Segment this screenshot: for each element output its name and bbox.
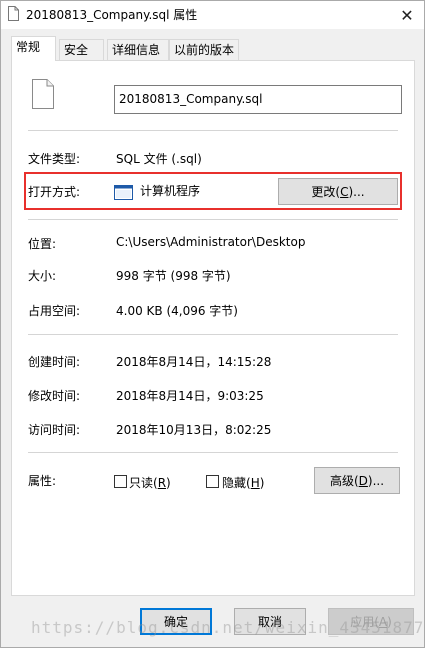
location-value: C:\Users\Administrator\Desktop	[116, 235, 306, 249]
disk-size-label: 占用空间:	[28, 304, 81, 318]
title-bar[interactable]: 20180813_Company.sql 属性 ✕	[1, 1, 424, 29]
tab-label: 常规	[16, 40, 41, 54]
created-value: 2018年8月14日，14:15:28	[116, 355, 272, 369]
advanced-button[interactable]: 高级(D)...	[314, 467, 400, 494]
close-button[interactable]: ✕	[390, 1, 424, 29]
open-with-value: 计算机程序	[140, 184, 201, 198]
hidden-checkbox[interactable]	[206, 475, 219, 488]
modified-label: 修改时间:	[28, 389, 81, 403]
tab-label: 以前的版本	[174, 43, 235, 57]
divider	[28, 334, 398, 335]
file-type-label: 文件类型:	[28, 152, 81, 166]
window-title: 20180813_Company.sql 属性	[26, 8, 198, 22]
hidden-label[interactable]: 隐藏(H)	[222, 474, 264, 491]
close-icon: ✕	[400, 5, 414, 25]
file-type-value: SQL 文件 (.sql)	[116, 152, 202, 166]
accessed-label: 访问时间:	[28, 423, 81, 437]
divider	[28, 219, 398, 220]
tab-label: 详细信息	[112, 43, 161, 57]
size-value: 998 字节 (998 字节)	[116, 269, 231, 283]
divider	[28, 452, 398, 453]
accessed-value: 2018年10月13日，8:02:25	[116, 423, 272, 437]
tab-previous-versions[interactable]: 以前的版本	[169, 39, 239, 60]
modified-value: 2018年8月14日，9:03:25	[116, 389, 264, 403]
change-button[interactable]: 更改(C)...	[278, 178, 398, 205]
created-label: 创建时间:	[28, 355, 81, 369]
open-with-label: 打开方式:	[28, 185, 81, 199]
divider	[28, 130, 398, 131]
attributes-label: 属性:	[28, 474, 57, 488]
document-icon	[32, 79, 54, 109]
readonly-label[interactable]: 只读(R)	[129, 474, 171, 491]
tab-general[interactable]: 常规	[11, 36, 56, 61]
application-icon	[114, 185, 133, 200]
watermark: https://blog.csdn.net/weixin_43451877	[31, 618, 425, 637]
location-label: 位置:	[28, 237, 57, 251]
properties-window: 20180813_Company.sql 属性 ✕ 常规 安全 详细信息 以前的…	[0, 0, 425, 648]
tab-security[interactable]: 安全	[59, 39, 104, 60]
disk-size-value: 4.00 KB (4,096 字节)	[116, 304, 238, 318]
readonly-checkbox[interactable]	[114, 475, 127, 488]
size-label: 大小:	[28, 269, 57, 283]
tab-label: 安全	[64, 43, 89, 57]
file-icon	[8, 6, 19, 21]
file-name-input[interactable]: 20180813_Company.sql	[114, 85, 402, 114]
tab-details[interactable]: 详细信息	[107, 39, 169, 60]
general-panel: 20180813_Company.sql 文件类型: SQL 文件 (.sql)…	[11, 60, 415, 596]
